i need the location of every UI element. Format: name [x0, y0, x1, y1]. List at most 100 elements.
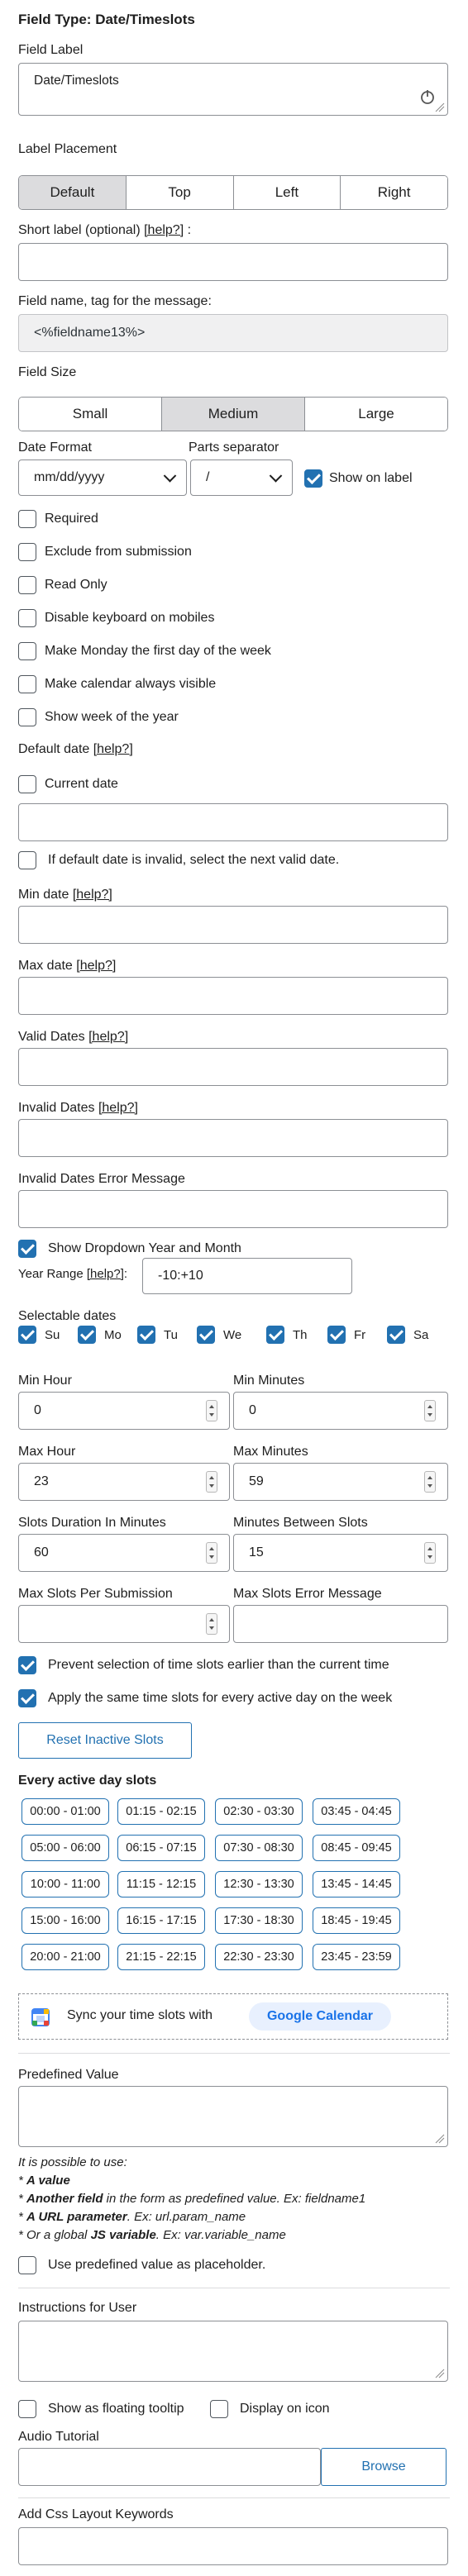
- css-keywords-input[interactable]: [18, 2527, 448, 2565]
- time-slot-chip[interactable]: 11:15 - 12:15: [117, 1871, 205, 1897]
- size-medium-option[interactable]: Medium: [162, 398, 305, 431]
- exclude-checkbox[interactable]: [18, 543, 36, 561]
- slots-duration-input[interactable]: 60: [18, 1534, 230, 1572]
- resize-grip-icon[interactable]: [433, 2132, 445, 2144]
- parts-separator-select[interactable]: /: [190, 459, 293, 496]
- time-slot-chip[interactable]: 08:45 - 09:45: [313, 1835, 400, 1861]
- resize-grip-icon[interactable]: [433, 2367, 445, 2378]
- max-date-help-link[interactable]: [help?]: [76, 959, 116, 973]
- min-minutes-input[interactable]: 0: [233, 1392, 448, 1430]
- time-slot-chip[interactable]: 15:00 - 16:00: [21, 1907, 109, 1934]
- time-slot-chip[interactable]: 21:15 - 22:15: [117, 1944, 205, 1970]
- readonly-checkbox[interactable]: [18, 576, 36, 594]
- max-slots-error-input[interactable]: [233, 1605, 448, 1643]
- default-date-help-link[interactable]: [help?]: [93, 742, 133, 756]
- required-checkbox[interactable]: [18, 510, 36, 528]
- spinner-icon[interactable]: [424, 1471, 436, 1493]
- min-date-help-link[interactable]: [help?]: [73, 888, 112, 902]
- invalid-dates-label: Invalid Dates [help?]: [18, 1101, 138, 1115]
- display-on-icon-checkbox[interactable]: [210, 2400, 228, 2418]
- day-th-checkbox[interactable]: [266, 1326, 284, 1344]
- min-date-input[interactable]: [18, 906, 448, 944]
- placement-default-option[interactable]: Default: [19, 176, 127, 209]
- same-slots-checkbox[interactable]: [18, 1689, 36, 1707]
- predefined-value-textarea[interactable]: [18, 2086, 448, 2147]
- field-label-textarea[interactable]: Date/Timeslots: [18, 63, 448, 116]
- time-slot-chip[interactable]: 18:45 - 19:45: [313, 1907, 400, 1934]
- browse-button[interactable]: Browse: [321, 2448, 447, 2486]
- min-hour-input[interactable]: 0: [18, 1392, 230, 1430]
- time-slot-chip[interactable]: 10:00 - 11:00: [21, 1871, 109, 1897]
- invalid-dates-help-link[interactable]: [help?]: [98, 1101, 138, 1115]
- size-small-option[interactable]: Small: [19, 398, 162, 431]
- time-slot-chip[interactable]: 12:30 - 13:30: [215, 1871, 303, 1897]
- time-slot-chip[interactable]: 16:15 - 17:15: [117, 1907, 205, 1934]
- time-slot-chip[interactable]: 23:45 - 23:59: [313, 1944, 400, 1970]
- day-su-checkbox[interactable]: [18, 1326, 36, 1344]
- size-large-option[interactable]: Large: [305, 398, 447, 431]
- sync-box: Sync your time slots with Google Calenda…: [18, 1993, 448, 2040]
- default-date-input[interactable]: [18, 803, 448, 841]
- monday-first-checkbox[interactable]: [18, 642, 36, 660]
- placement-left-option[interactable]: Left: [233, 176, 341, 209]
- short-label-help-link[interactable]: [help?]: [144, 223, 184, 237]
- max-hour-input[interactable]: 23: [18, 1463, 230, 1501]
- spinner-icon[interactable]: [206, 1542, 217, 1564]
- dropdown-year-month-checkbox[interactable]: [18, 1240, 36, 1258]
- next-valid-date-checkbox[interactable]: [18, 851, 36, 869]
- max-minutes-input[interactable]: 59: [233, 1463, 448, 1501]
- day-fr-checkbox[interactable]: [327, 1326, 346, 1344]
- day-sa-checkbox[interactable]: [387, 1326, 405, 1344]
- valid-dates-input[interactable]: [18, 1048, 448, 1086]
- predefined-placeholder-checkbox[interactable]: [18, 2256, 36, 2274]
- always-visible-checkbox[interactable]: [18, 675, 36, 693]
- day-tu-text: Tu: [164, 1328, 178, 1342]
- valid-dates-help-link[interactable]: [help?]: [88, 1030, 128, 1044]
- spinner-icon[interactable]: [206, 1400, 217, 1421]
- day-mo-checkbox[interactable]: [78, 1326, 96, 1344]
- day-tu-checkbox[interactable]: [137, 1326, 155, 1344]
- time-slot-chip[interactable]: 17:30 - 18:30: [215, 1907, 303, 1934]
- invalid-dates-error-input[interactable]: [18, 1190, 448, 1228]
- max-date-input[interactable]: [18, 977, 448, 1015]
- week-of-year-checkbox[interactable]: [18, 708, 36, 726]
- spinner-icon[interactable]: [424, 1400, 436, 1421]
- time-slot-chip[interactable]: 02:30 - 03:30: [215, 1798, 303, 1825]
- show-on-label-text: Show on label: [329, 471, 413, 485]
- instructions-textarea[interactable]: [18, 2321, 448, 2382]
- time-slot-chip[interactable]: 07:30 - 08:30: [215, 1835, 303, 1861]
- time-slot-chip[interactable]: 20:00 - 21:00: [21, 1944, 109, 1970]
- short-label-input[interactable]: [18, 243, 448, 281]
- show-on-label-checkbox[interactable]: [304, 469, 322, 488]
- placement-top-option[interactable]: Top: [126, 176, 234, 209]
- date-format-select[interactable]: mm/dd/yyyy: [18, 459, 187, 496]
- reset-inactive-slots-button[interactable]: Reset Inactive Slots: [18, 1722, 192, 1759]
- disable-keyboard-checkbox[interactable]: [18, 609, 36, 627]
- time-slot-chip[interactable]: 22:30 - 23:30: [215, 1944, 303, 1970]
- year-range-input[interactable]: -10:+10: [142, 1258, 352, 1294]
- time-slot-chip[interactable]: 00:00 - 01:00: [21, 1798, 109, 1825]
- time-slot-chip[interactable]: 01:15 - 02:15: [117, 1798, 205, 1825]
- google-calendar-button[interactable]: Google Calendar: [249, 2002, 391, 2031]
- time-slot-chip[interactable]: 13:45 - 14:45: [313, 1871, 400, 1897]
- invalid-dates-input[interactable]: [18, 1119, 448, 1157]
- year-range-help-link[interactable]: [help?]: [87, 1267, 124, 1281]
- max-slots-input[interactable]: [18, 1605, 230, 1643]
- resize-grip-icon[interactable]: [433, 101, 445, 112]
- time-slot-chip[interactable]: 05:00 - 06:00: [21, 1835, 109, 1861]
- max-date-label: Max date [help?]: [18, 959, 117, 973]
- current-date-checkbox[interactable]: [18, 775, 36, 793]
- audio-tutorial-input[interactable]: [18, 2448, 321, 2486]
- minutes-between-input[interactable]: 15: [233, 1534, 448, 1572]
- time-slot-chip[interactable]: 03:45 - 04:45: [313, 1798, 400, 1825]
- prevent-earlier-checkbox[interactable]: [18, 1656, 36, 1674]
- time-slot-chip[interactable]: 06:15 - 07:15: [117, 1835, 205, 1861]
- field-name-input[interactable]: <%fieldname13%>: [18, 314, 448, 352]
- spinner-icon[interactable]: [206, 1613, 217, 1635]
- day-we-checkbox[interactable]: [197, 1326, 215, 1344]
- spinner-icon[interactable]: [424, 1542, 436, 1564]
- predefined-placeholder-text: Use predefined value as placeholder.: [48, 2258, 266, 2272]
- placement-right-option[interactable]: Right: [341, 176, 447, 209]
- spinner-icon[interactable]: [206, 1471, 217, 1493]
- floating-tooltip-checkbox[interactable]: [18, 2400, 36, 2418]
